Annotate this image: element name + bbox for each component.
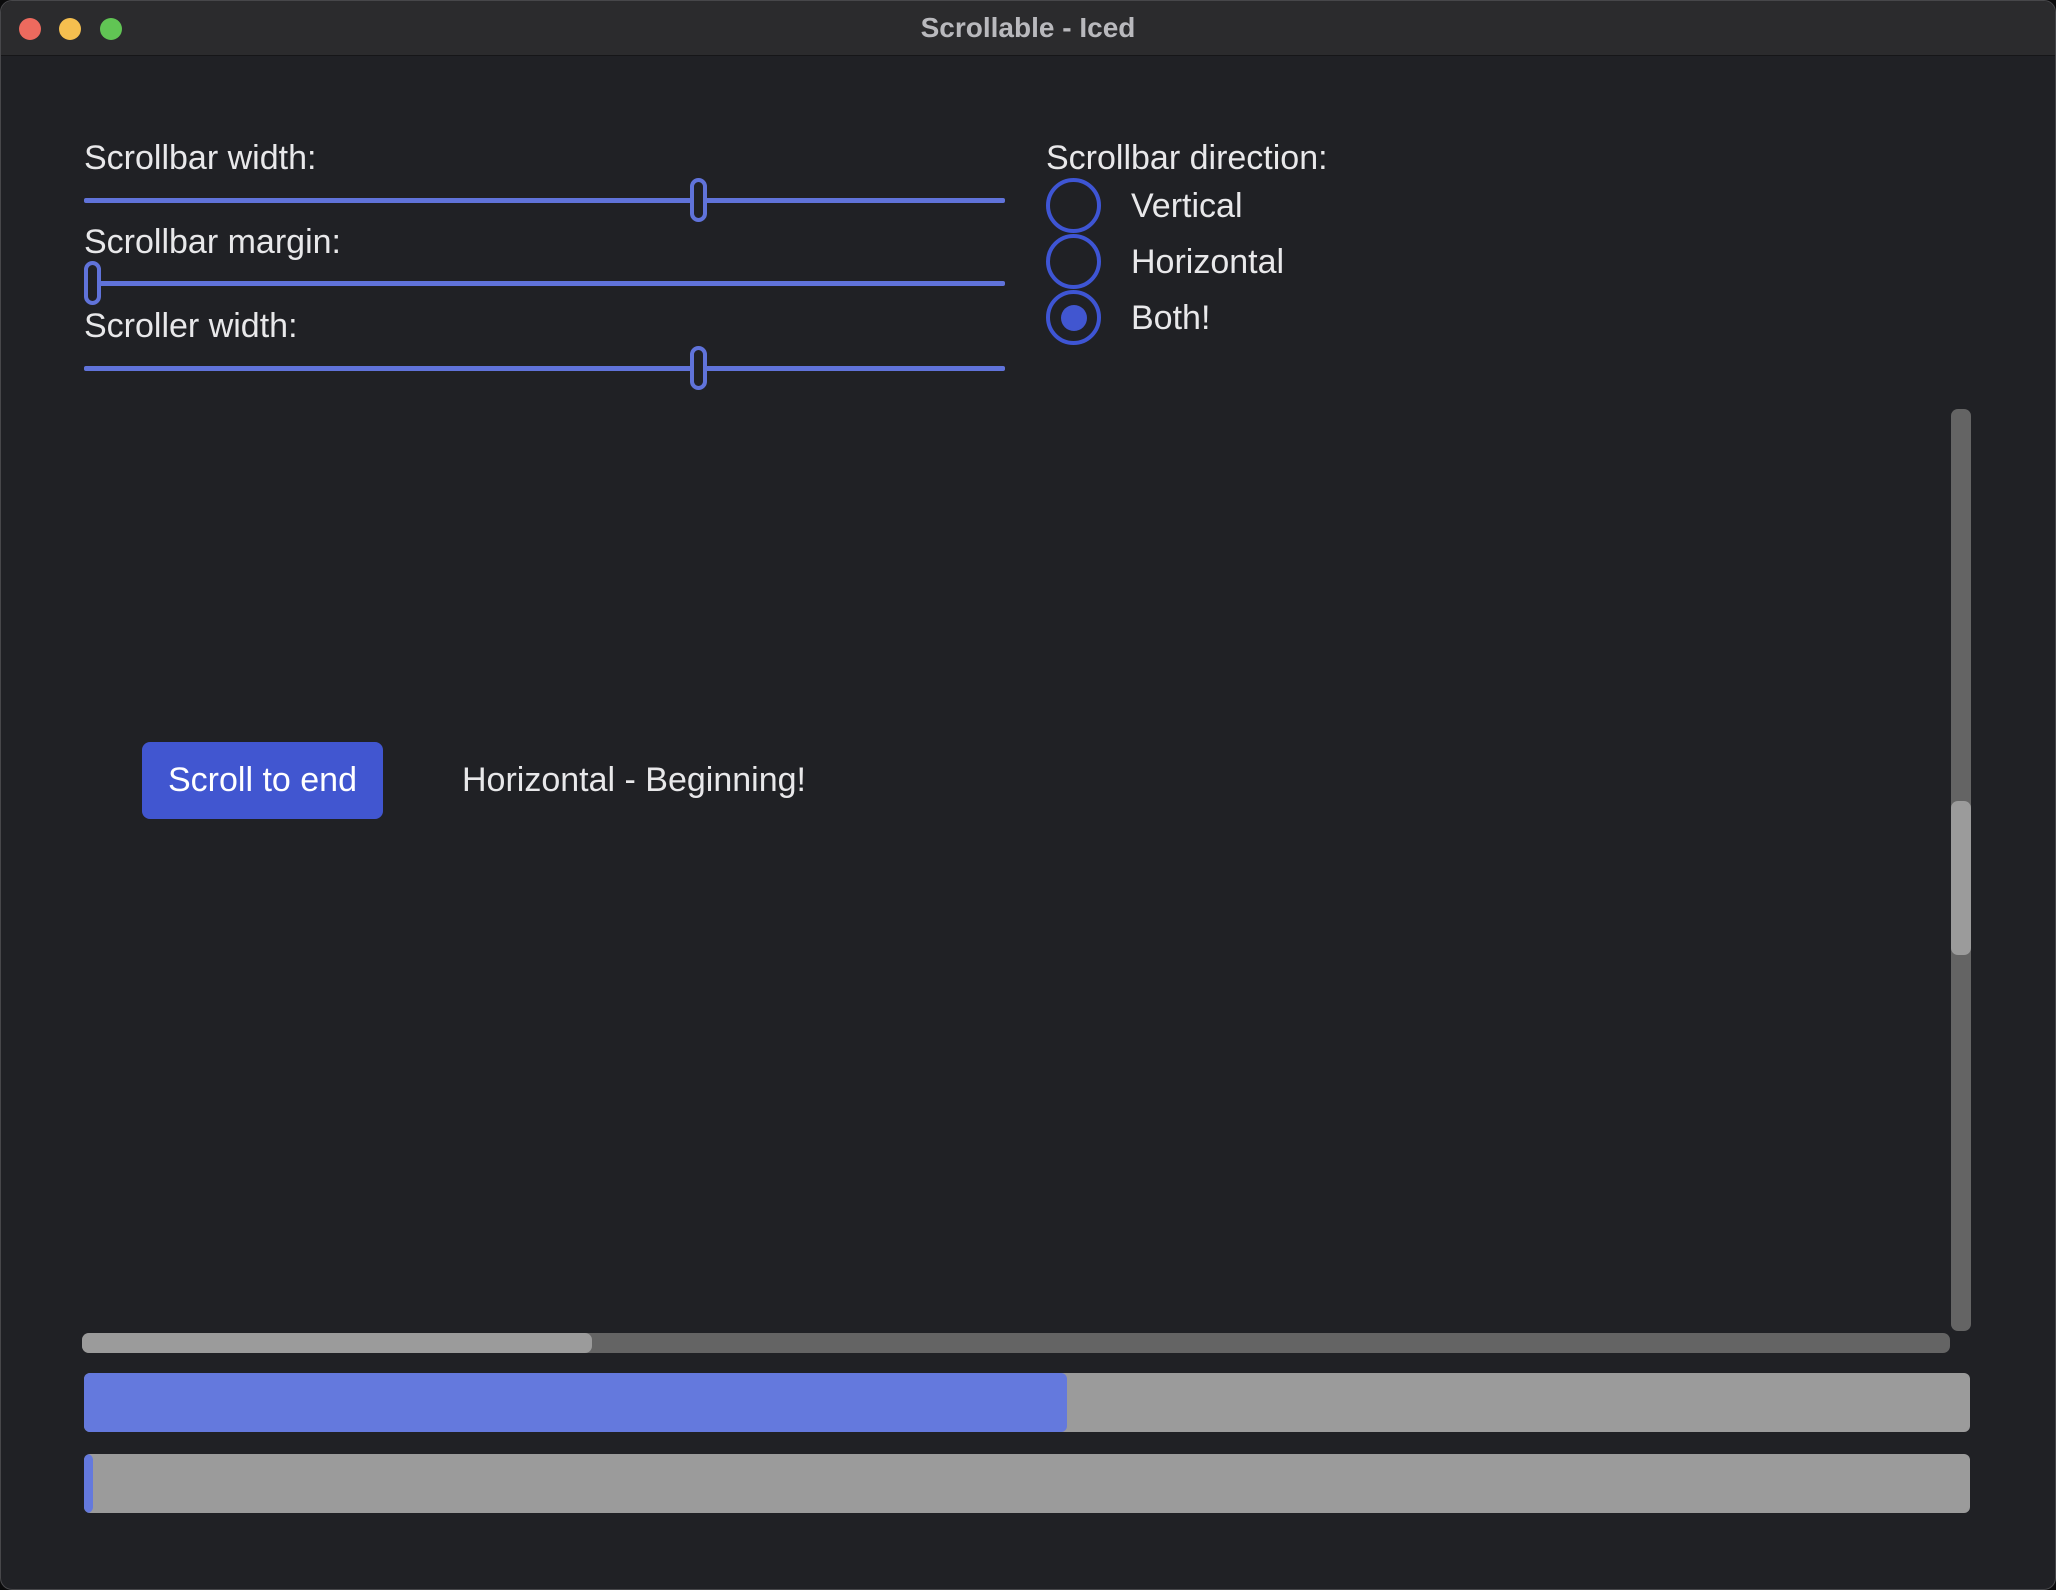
horizontal-scrollbar-thumb[interactable] bbox=[82, 1333, 592, 1353]
slider-rail[interactable] bbox=[84, 281, 1005, 286]
radio-circle-icon[interactable] bbox=[1046, 290, 1101, 345]
radio-label: Both! bbox=[1131, 296, 1210, 340]
vertical-scrollbar[interactable] bbox=[1951, 409, 1971, 1331]
scrollbar-margin-label: Scrollbar margin: bbox=[84, 220, 341, 264]
scrollbar-margin-slider[interactable] bbox=[84, 261, 1005, 305]
radio-option-horizontal[interactable]: Horizontal bbox=[1046, 234, 1284, 289]
slider-handle[interactable] bbox=[690, 346, 707, 390]
radio-circle-icon[interactable] bbox=[1046, 178, 1101, 233]
vertical-scrollbar-thumb[interactable] bbox=[1951, 801, 1971, 955]
horizontal-scrollbar[interactable] bbox=[82, 1333, 1950, 1353]
radio-dot-icon bbox=[1061, 305, 1087, 331]
horizontal-progress-bar bbox=[84, 1373, 1970, 1432]
scrollbar-width-slider[interactable] bbox=[84, 178, 1005, 222]
titlebar[interactable]: Scrollable - Iced bbox=[1, 1, 2055, 56]
slider-rail[interactable] bbox=[84, 366, 1005, 371]
progress-fill bbox=[84, 1373, 1067, 1432]
scrollbar-direction-group: Vertical Horizontal Both! bbox=[1046, 178, 1284, 346]
scroller-width-slider[interactable] bbox=[84, 346, 1005, 390]
radio-circle-icon[interactable] bbox=[1046, 234, 1101, 289]
slider-handle[interactable] bbox=[84, 261, 101, 305]
scrollbar-direction-label: Scrollbar direction: bbox=[1046, 136, 1328, 180]
radio-label: Vertical bbox=[1131, 184, 1243, 228]
scrollbar-width-label: Scrollbar width: bbox=[84, 136, 316, 180]
scroll-to-end-button[interactable]: Scroll to end bbox=[142, 742, 383, 819]
radio-label: Horizontal bbox=[1131, 240, 1284, 284]
vertical-progress-bar bbox=[84, 1454, 1970, 1513]
progress-fill bbox=[84, 1454, 93, 1513]
app-window: Scrollable - Iced Scrollbar width: Scrol… bbox=[0, 0, 2056, 1590]
scroller-width-label: Scroller width: bbox=[84, 304, 298, 348]
slider-rail[interactable] bbox=[84, 198, 1005, 203]
scroll-status-text: Horizontal - Beginning! bbox=[462, 758, 806, 802]
radio-option-vertical[interactable]: Vertical bbox=[1046, 178, 1284, 233]
radio-option-both[interactable]: Both! bbox=[1046, 290, 1284, 345]
window-title: Scrollable - Iced bbox=[1, 1, 2055, 55]
slider-handle[interactable] bbox=[690, 178, 707, 222]
